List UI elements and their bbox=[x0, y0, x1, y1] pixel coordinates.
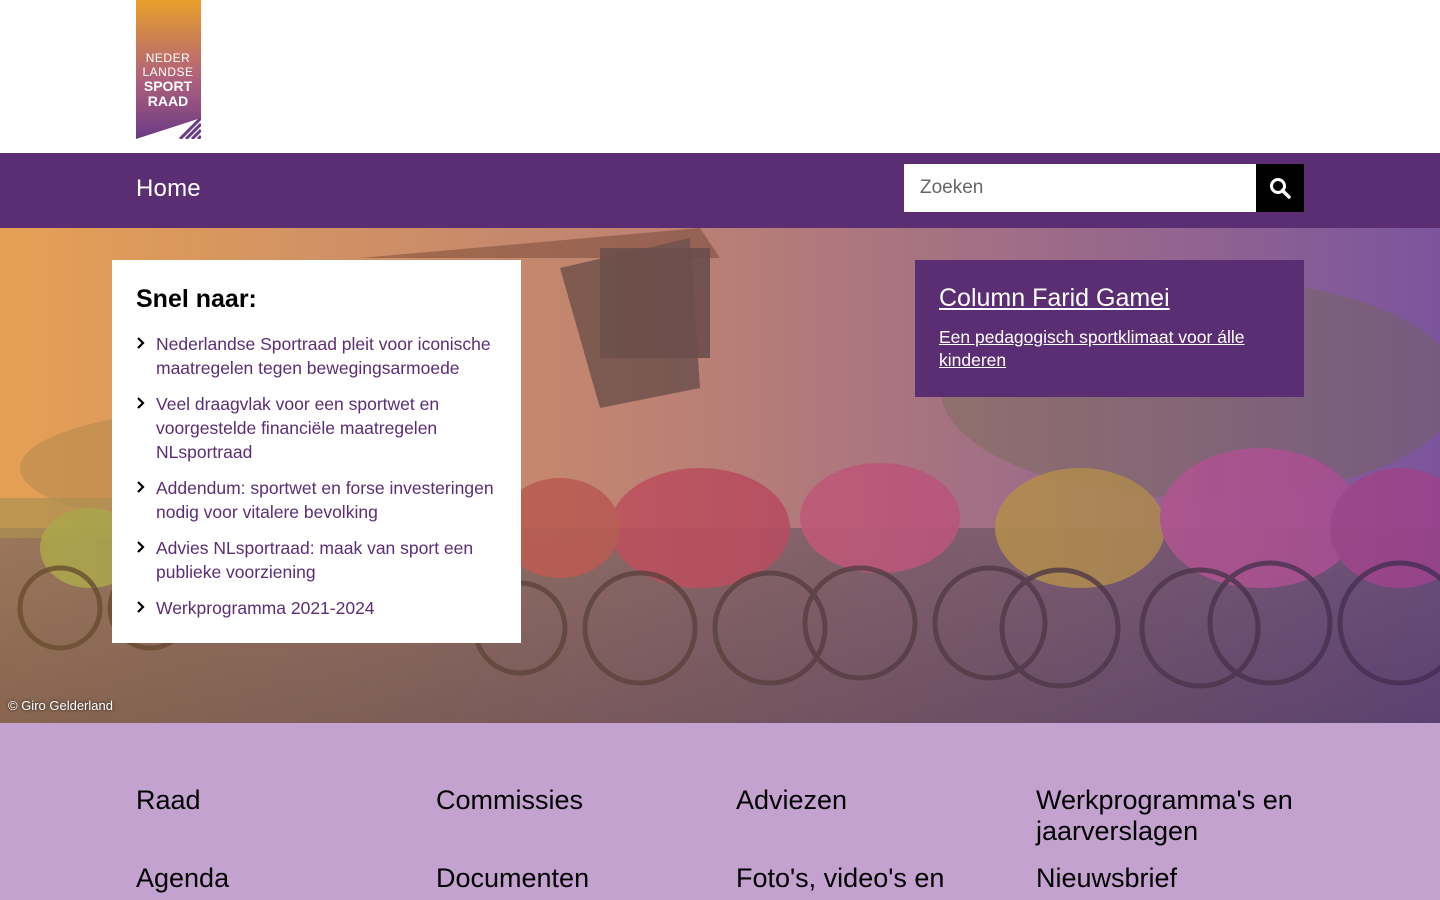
site-logo[interactable]: NEDER LANDSE SPORT RAAD bbox=[136, 0, 203, 141]
chevron-right-icon bbox=[137, 397, 145, 409]
logo-line-3: SPORT bbox=[144, 78, 193, 94]
list-item: Addendum: sportwet en forse investeringe… bbox=[136, 476, 497, 524]
search-button[interactable] bbox=[1256, 164, 1304, 212]
column-card: Column Farid Gamei Een pedagogisch sport… bbox=[915, 260, 1304, 397]
column-subtitle-link[interactable]: Een pedagogisch sportklimaat voor álle k… bbox=[939, 326, 1280, 372]
footer-link-agenda[interactable]: Agenda bbox=[136, 863, 406, 894]
quick-links-card: Snel naar: Nederlandse Sportraad pleit v… bbox=[112, 260, 521, 643]
footer-link-media[interactable]: Foto's, video's en bbox=[736, 863, 1006, 894]
quick-link[interactable]: Addendum: sportwet en forse investeringe… bbox=[156, 476, 497, 524]
list-item: Veel draagvlak voor een sportwet en voor… bbox=[136, 392, 497, 464]
chevron-right-icon bbox=[137, 337, 145, 349]
logo-line-4: RAAD bbox=[148, 93, 188, 109]
column-title-link[interactable]: Column Farid Gamei bbox=[939, 282, 1280, 314]
quick-links-title: Snel naar: bbox=[136, 285, 257, 313]
footer-link-adviezen[interactable]: Adviezen bbox=[736, 785, 1006, 816]
chevron-right-icon bbox=[137, 481, 145, 493]
search-icon bbox=[1270, 178, 1291, 199]
logo-line-1: NEDER bbox=[146, 51, 191, 65]
chevron-right-icon bbox=[137, 541, 145, 553]
footer-link-raad[interactable]: Raad bbox=[136, 785, 406, 816]
quick-link[interactable]: Advies NLsportraad: maak van sport een p… bbox=[156, 536, 497, 584]
list-item: Nederlandse Sportraad pleit voor iconisc… bbox=[136, 332, 497, 380]
list-item: Werkprogramma 2021-2024 bbox=[136, 596, 497, 620]
search-input[interactable] bbox=[904, 164, 1256, 212]
chevron-right-icon bbox=[137, 601, 145, 613]
footer-link-nieuwsbrief[interactable]: Nieuwsbrief bbox=[1036, 863, 1306, 894]
quick-link[interactable]: Werkprogramma 2021-2024 bbox=[156, 596, 497, 620]
quick-link[interactable]: Nederlandse Sportraad pleit voor iconisc… bbox=[156, 332, 497, 380]
footer-links: Raad Commissies Adviezen Werkprogramma's… bbox=[0, 723, 1440, 900]
nav-home-link[interactable]: Home bbox=[136, 173, 201, 205]
quick-link[interactable]: Veel draagvlak voor een sportwet en voor… bbox=[156, 392, 497, 464]
photo-credit: © Giro Gelderland bbox=[8, 698, 113, 713]
quick-links-list: Nederlandse Sportraad pleit voor iconisc… bbox=[136, 332, 497, 620]
site-header: NEDER LANDSE SPORT RAAD bbox=[0, 0, 1440, 153]
list-item: Advies NLsportraad: maak van sport een p… bbox=[136, 536, 497, 584]
logo-line-2: LANDSE bbox=[142, 65, 193, 79]
footer-link-werkprogrammas[interactable]: Werkprogramma's en jaarverslagen bbox=[1036, 785, 1306, 847]
logo-icon: NEDER LANDSE SPORT RAAD bbox=[136, 0, 203, 141]
main-navbar: Home bbox=[0, 153, 1440, 228]
footer-link-documenten[interactable]: Documenten bbox=[436, 863, 706, 894]
footer-link-commissies[interactable]: Commissies bbox=[436, 785, 706, 816]
